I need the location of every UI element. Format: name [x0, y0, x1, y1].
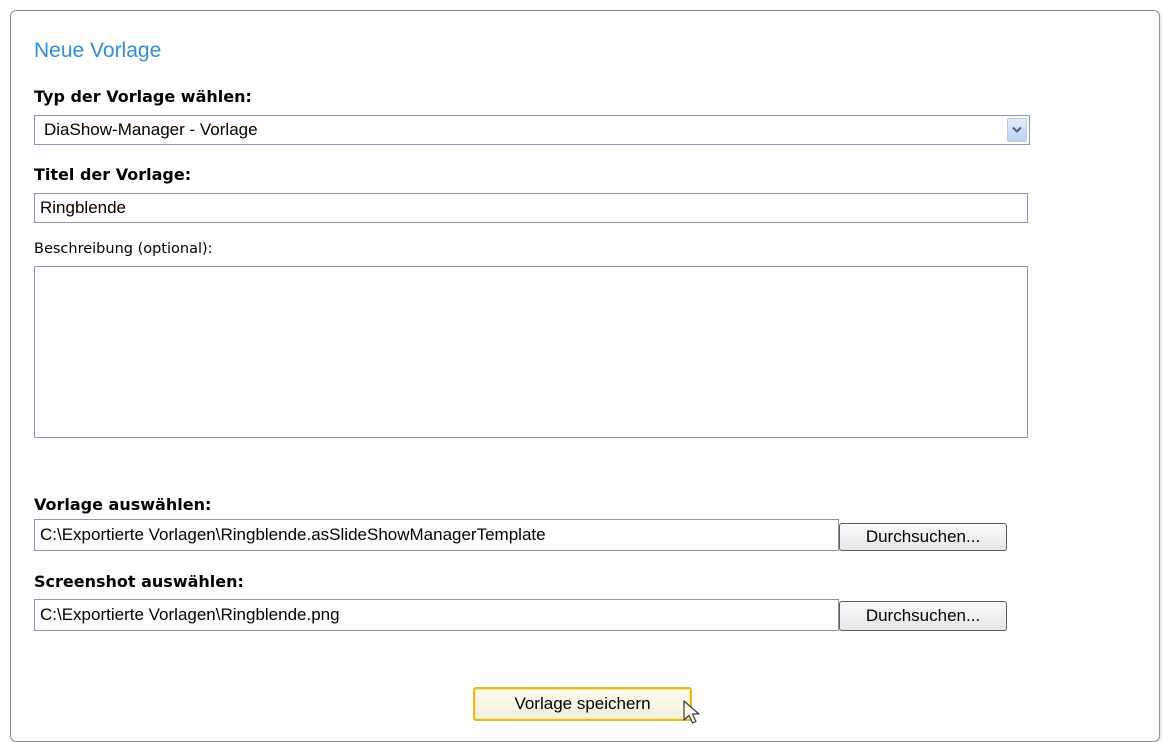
- page-title: Neue Vorlage: [34, 39, 162, 62]
- chevron-down-icon[interactable]: [1007, 118, 1027, 142]
- hand-pointer-icon: [682, 700, 706, 732]
- template-type-value: DiaShow-Manager - Vorlage: [44, 120, 258, 139]
- template-file-input[interactable]: C:\Exportierte Vorlagen\Ringblende.asSli…: [34, 519, 839, 551]
- browse-screenshot-button[interactable]: Durchsuchen...: [839, 601, 1007, 631]
- screenshot-file-input[interactable]: C:\Exportierte Vorlagen\Ringblende.png: [34, 599, 839, 631]
- save-template-button[interactable]: Vorlage speichern: [473, 687, 692, 721]
- screenshot-file-label: Screenshot auswählen:: [34, 572, 244, 591]
- description-label: Beschreibung (optional):: [34, 241, 213, 257]
- title-label: Titel der Vorlage:: [34, 165, 192, 184]
- type-label: Typ der Vorlage wählen:: [34, 87, 252, 106]
- template-title-input[interactable]: Ringblende: [34, 193, 1028, 223]
- template-type-select[interactable]: DiaShow-Manager - Vorlage: [34, 115, 1030, 145]
- new-template-panel: Neue Vorlage Typ der Vorlage wählen: Dia…: [10, 10, 1160, 742]
- browse-template-button[interactable]: Durchsuchen...: [839, 523, 1007, 551]
- description-textarea[interactable]: [34, 266, 1028, 438]
- template-file-label: Vorlage auswählen:: [34, 495, 212, 514]
